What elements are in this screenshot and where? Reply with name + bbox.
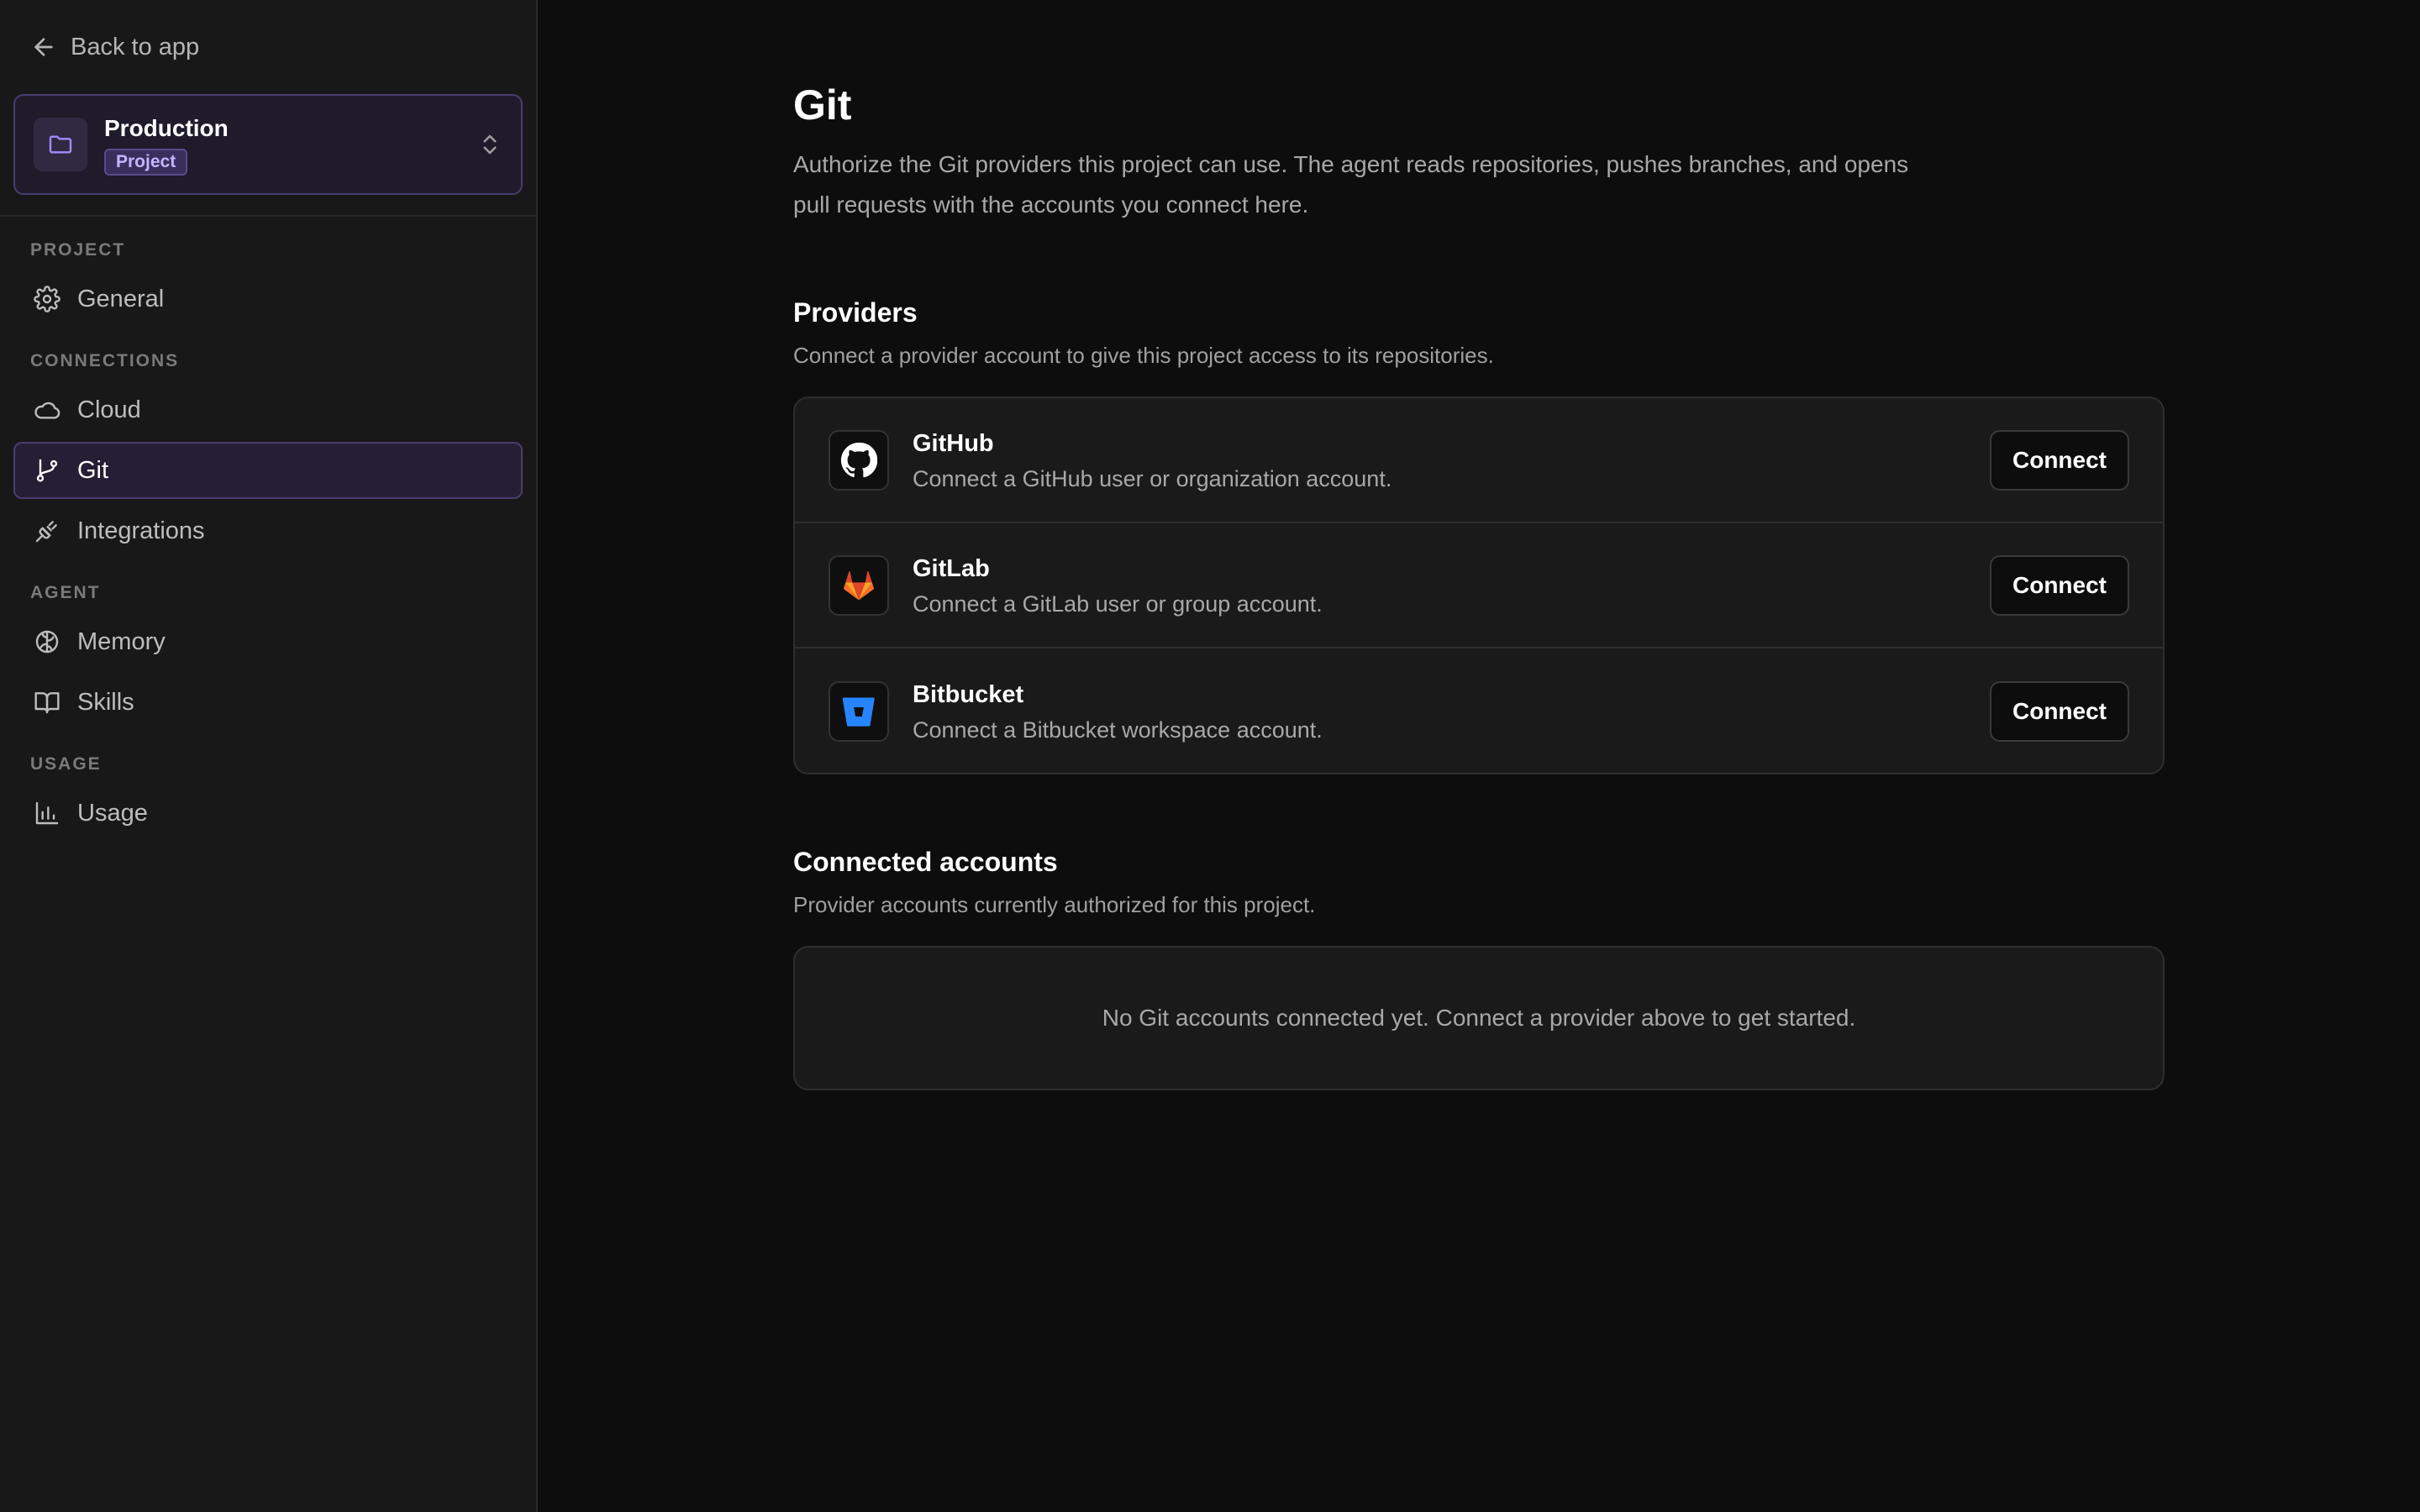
sidebar-item-label: Memory — [77, 627, 166, 655]
back-to-app-label: Back to app — [71, 33, 200, 60]
providers-title: Providers — [793, 297, 918, 328]
gear-icon — [34, 286, 60, 312]
provider-name: GitHub — [913, 430, 994, 457]
sidebar-item-label: Cloud — [77, 396, 141, 423]
main-content: Git Authorize the Git providers this pro… — [538, 0, 2420, 1512]
connect-gitlab-button[interactable]: Connect — [1990, 554, 2129, 616]
settings-sidebar: Back to app Production Project PROJECT G… — [0, 0, 538, 1512]
section-label-agent: AGENT — [30, 583, 101, 602]
connected-accounts-title: Connected accounts — [793, 847, 1058, 877]
provider-description: Connect a GitLab user or group account. — [913, 591, 1323, 617]
plug-icon — [35, 521, 57, 543]
sidebar-item-general[interactable]: General — [13, 270, 523, 328]
sidebar-item-label: General — [77, 285, 165, 312]
provider-description: Connect a GitHub user or organization ac… — [913, 466, 1392, 491]
sidebar-item-label: Skills — [77, 688, 134, 716]
empty-state-message: No Git accounts connected yet. Connect a… — [1102, 1005, 1856, 1031]
provider-text: Bitbucket Connect a Bitbucket workspace … — [913, 679, 1990, 743]
project-switcher[interactable]: Production Project — [13, 94, 523, 195]
provider-row-gitlab: GitLab Connect a GitLab user or group ac… — [795, 523, 2163, 648]
provider-text: GitLab Connect a GitLab user or group ac… — [913, 553, 1990, 617]
arrow-left-icon — [34, 38, 53, 56]
sidebar-item-skills[interactable]: Skills — [13, 674, 523, 731]
provider-logo — [829, 429, 889, 491]
sidebar-item-memory[interactable]: Memory — [13, 613, 523, 670]
chevrons-up-down-icon — [483, 134, 497, 155]
sidebar-item-integrations[interactable]: Integrations — [13, 502, 523, 559]
provider-logo — [829, 680, 889, 742]
provider-row-bitbucket: Bitbucket Connect a Bitbucket workspace … — [795, 648, 2163, 773]
provider-name: Bitbucket — [913, 681, 1024, 708]
sidebar-item-label: Integrations — [77, 517, 205, 544]
brain-icon — [35, 630, 59, 654]
folder-icon — [49, 135, 72, 154]
section-label-connections: CONNECTIONS — [30, 351, 180, 370]
connect-bitbucket-button[interactable]: Connect — [1990, 680, 2129, 742]
git-branch-icon — [36, 459, 58, 482]
provider-row-github: GitHub Connect a GitHub user or organiza… — [795, 398, 2163, 523]
back-to-app-link[interactable]: Back to app — [30, 29, 199, 66]
sidebar-divider — [0, 215, 536, 217]
book-icon — [34, 692, 60, 714]
sidebar-item-label: Git — [77, 456, 109, 484]
sidebar-item-git[interactable]: Git — [13, 442, 523, 499]
app-root: Back to app Production Project PROJECT G… — [0, 0, 2420, 1512]
connected-accounts-description: Provider accounts currently authorized f… — [793, 892, 1316, 917]
gitlab-icon — [844, 570, 874, 600]
section-label-usage: USAGE — [30, 754, 102, 774]
sidebar-item-usage[interactable]: Usage — [13, 785, 523, 842]
project-avatar — [34, 118, 87, 171]
sidebar-item-label: Usage — [77, 799, 148, 827]
sidebar-item-cloud[interactable]: Cloud — [13, 381, 523, 438]
provider-name: GitLab — [913, 555, 990, 582]
project-badge: Project — [104, 149, 188, 176]
bitbucket-icon — [842, 696, 875, 727]
github-icon — [840, 442, 877, 477]
bar-chart-icon — [35, 801, 59, 825]
providers-description: Connect a provider account to give this … — [793, 343, 1494, 368]
providers-list: GitHub Connect a GitHub user or organiza… — [793, 396, 2165, 774]
connected-accounts-empty-state: No Git accounts connected yet. Connect a… — [793, 946, 2165, 1090]
connect-github-button[interactable]: Connect — [1990, 429, 2129, 491]
cloud-icon — [34, 402, 60, 419]
project-name: Production — [104, 115, 229, 141]
page-description: Authorize the Git providers this project… — [793, 151, 1909, 218]
provider-description: Connect a Bitbucket workspace account. — [913, 717, 1323, 743]
page-title: Git — [793, 81, 852, 129]
provider-text: GitHub Connect a GitHub user or organiza… — [913, 428, 1990, 492]
section-label-project: PROJECT — [30, 240, 126, 260]
project-info: Production Project — [104, 113, 477, 176]
provider-logo — [829, 554, 889, 616]
